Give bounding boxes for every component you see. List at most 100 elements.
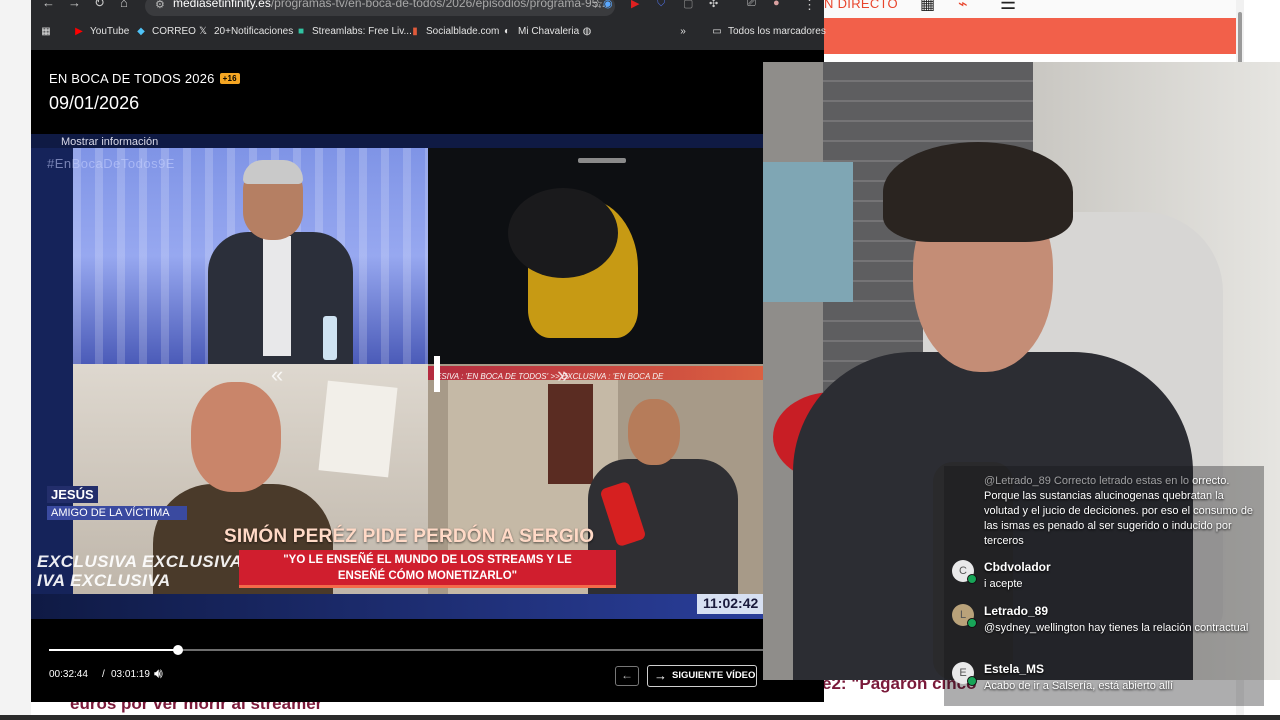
broadcast-clock: 11:02:42 <box>697 594 763 614</box>
duration: 03:01:19 <box>111 669 150 680</box>
next-video-button[interactable]: → SIGUIENTE VÍDEO <box>647 665 757 687</box>
bookmark-notificaciones[interactable]: 𝕏 20+Notificaciones <box>197 26 293 37</box>
globe-icon: ◍ <box>582 26 592 37</box>
avatar: E <box>952 662 977 686</box>
url-path: /programas-tv/en-boca-de-todos/2026/epis… <box>270 0 609 10</box>
page-left-margin <box>0 0 31 720</box>
home-icon[interactable]: ⌂ <box>120 0 128 10</box>
apps-grid-icon[interactable]: ▦ <box>920 0 935 14</box>
avatar: L <box>952 604 977 628</box>
bookmark-label: Streamlabs: Free Liv... <box>312 26 412 37</box>
browser-menu-icon[interactable]: ⋮ <box>803 0 816 13</box>
progress-fill <box>49 649 178 651</box>
hamburger-menu-icon[interactable]: ☰ <box>1000 0 1016 14</box>
avatar: C <box>952 560 977 584</box>
circle-icon: ◐ <box>503 26 511 37</box>
lower-third-role: AMIGO DE LA VÍCTIMA <box>47 506 187 520</box>
progress-knob[interactable] <box>172 645 183 655</box>
cast-icon[interactable]: ⎚ <box>747 0 756 10</box>
site-settings-icon[interactable]: ⚙ <box>155 0 165 11</box>
age-rating-badge: +16 <box>219 73 240 84</box>
browser-chrome: ← → ↻ ⌂ ⚙ mediasetinfinity.es/programas-… <box>31 0 826 50</box>
exclusive-label: IVA EXCLUSIVA <box>37 571 171 590</box>
video-player[interactable]: EN BOCA DE TODOS 2026 +16 09/01/2026 ESI… <box>31 50 824 702</box>
volume-icon[interactable]: 🔊︎ <box>154 665 163 682</box>
youtube-icon: ▶ <box>75 26 83 37</box>
avatar-letter: E <box>959 667 967 679</box>
lower-third-name: JESÚS <box>47 486 98 503</box>
tag-icon[interactable]: ⌁ <box>958 0 968 14</box>
mail-icon: ◆ <box>137 26 145 37</box>
avatar-letter: C <box>959 565 967 577</box>
progress-bar[interactable] <box>49 645 763 655</box>
reload-icon[interactable]: ↻ <box>94 0 105 11</box>
quote-box: "YO LE ENSEÑÉ EL MUNDO DE LOS STREAMS Y … <box>239 550 616 588</box>
quote-line-1: "YO LE ENSEÑÉ EL MUNDO DE LOS STREAMS Y … <box>283 554 572 566</box>
show-hashtag: #EnBocaDeTodos9E <box>47 156 175 171</box>
globe-bookmark[interactable]: ◍ <box>581 26 593 37</box>
night-footage-panel <box>428 148 763 364</box>
show-info-link[interactable]: Mostrar información <box>61 136 158 148</box>
bookmark-label: Socialblade.com <box>426 26 500 37</box>
chat-message-partial: @Letrado_89 Correcto letrado estas en lo… <box>984 474 1254 549</box>
arrow-right-icon: → <box>654 668 667 683</box>
bookmark-streamlabs[interactable]: ■ Streamlabs: Free Liv... <box>295 26 412 37</box>
show-title: EN BOCA DE TODOS 2026 +16 <box>49 71 240 86</box>
more-bookmarks-icon[interactable]: » <box>677 26 689 37</box>
streamlabs-icon: ■ <box>297 26 305 37</box>
site-accent-bar <box>824 18 1236 54</box>
scrollbar-thumb[interactable] <box>1238 12 1242 64</box>
studio-presenter-panel <box>73 148 428 364</box>
back-icon[interactable]: ← <box>42 0 55 10</box>
address-bar[interactable]: ⚙ mediasetinfinity.es/programas-tv/en-bo… <box>145 0 615 16</box>
chat-overlay: @Letrado_89 Correcto letrado estas en lo… <box>944 466 1264 706</box>
exclusive-label: EXCLUSIVA EXCLUSIVA <box>37 552 243 571</box>
verified-badge-icon <box>967 676 977 686</box>
apps-icon[interactable]: ▦ <box>40 26 52 37</box>
extensions-puzzle-icon[interactable]: ✣ <box>709 0 718 10</box>
x-icon: 𝕏 <box>198 26 208 37</box>
lock-extension-icon[interactable]: ▢ <box>683 0 693 10</box>
bookmark-label: 20+Notificaciones <box>214 26 294 37</box>
chat-text: i acepte <box>984 578 1023 590</box>
bookmark-socialblade[interactable]: ▮ Socialblade.com <box>409 26 499 37</box>
bookmark-correo[interactable]: ◆ CORREO <box>135 26 196 37</box>
forward-icon[interactable]: → <box>68 0 81 10</box>
chat-username: Letrado_89 <box>984 604 1049 618</box>
chat-text: @sydney_wellington hay tienes la relació… <box>984 622 1249 634</box>
extension-icon[interactable]: ◉ <box>603 0 613 10</box>
show-title-text: EN BOCA DE TODOS 2026 <box>49 71 215 86</box>
bookmark-mi-chavaleria[interactable]: ◐ Mi Chavaleria <box>501 26 579 37</box>
youtube-extension-icon[interactable]: ▶ <box>631 0 639 10</box>
all-bookmarks-folder[interactable]: ▭ Todos los marcadores <box>711 26 826 37</box>
live-link[interactable]: N DIRECTO <box>824 0 898 11</box>
lower-third: JESÚS AMIGO DE LA VÍCTIMA <box>47 486 187 520</box>
avatar-letter: L <box>959 609 967 621</box>
split-divider <box>434 356 440 392</box>
lower-band <box>31 594 763 619</box>
socialblade-icon: ▮ <box>412 26 418 37</box>
episode-date: 09/01/2026 <box>49 93 140 113</box>
previous-video-button[interactable]: ← <box>615 666 639 686</box>
taskbar-edge <box>0 715 1280 720</box>
bookmark-star-icon[interactable]: ☆ <box>592 0 603 11</box>
bookmark-youtube[interactable]: ▶ YouTube <box>73 26 129 37</box>
forward-arrows-icon: » <box>557 362 570 387</box>
profile-avatar[interactable]: ● <box>773 0 780 9</box>
chat-text: Acabo de ir a Salsería, está abierto all… <box>984 680 1173 692</box>
ticker-text: ESIVA : 'EN BOCA DE TODOS' >> EXCLUSIVA … <box>436 372 664 381</box>
all-bookmarks-label: Todos los marcadores <box>728 26 826 37</box>
news-headline: SIMÓN PERÉZ PIDE PERDÓN A SERGIO <box>224 526 595 547</box>
site-header: N DIRECTO ▦ ⌁ ☰ <box>824 0 1236 18</box>
shield-extension-icon[interactable]: ⛉ <box>657 0 665 10</box>
bookmark-label: CORREO <box>152 26 196 37</box>
exclusive-ticker: ESIVA : 'EN BOCA DE TODOS' >> EXCLUSIVA … <box>428 366 763 381</box>
folder-icon: ▭ <box>712 26 722 37</box>
chat-username: Estela_MS <box>984 662 1045 676</box>
quote-line-2: ENSEÑÉ CÓMO MONETIZARLO" <box>337 570 518 582</box>
rewind-arrows-icon: « <box>271 362 284 387</box>
chat-message-faded: @Letrado_89 Correcto letrado estas en lo <box>984 475 1190 487</box>
video-frame[interactable]: ESIVA : 'EN BOCA DE TODOS' >> EXCLUSIVA … <box>31 134 763 619</box>
verified-badge-icon <box>967 618 977 628</box>
verified-badge-icon <box>967 574 977 584</box>
